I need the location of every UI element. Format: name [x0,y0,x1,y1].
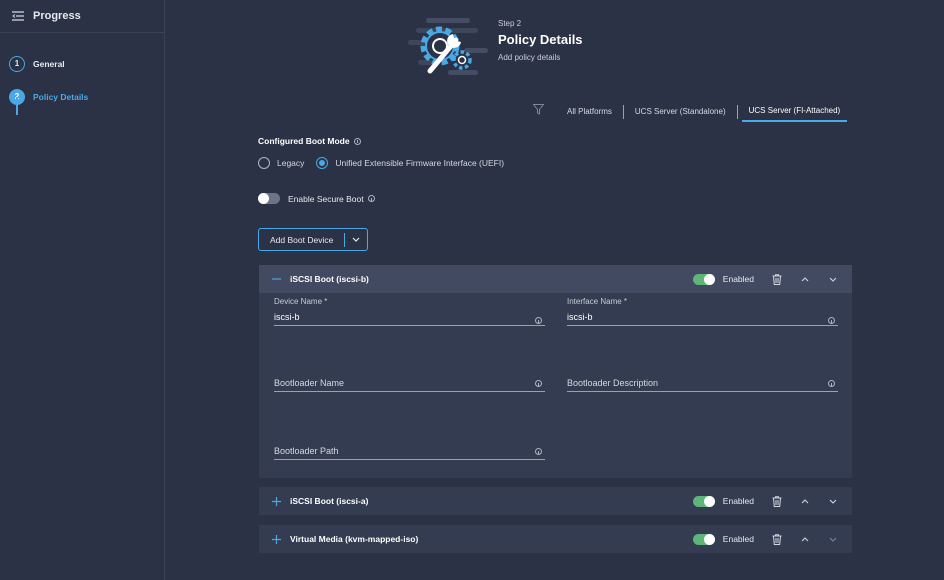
secure-boot-toggle[interactable] [258,193,280,204]
step-header: Step 2 Policy Details Add policy details [498,19,583,62]
boot-mode-heading: Configured Boot Mode [258,136,361,146]
legacy-radio-label[interactable]: Legacy [277,158,304,168]
field-underline [567,391,838,392]
device-name-value[interactable]: iscsi-b [274,312,545,322]
step-label: General [33,58,65,69]
enabled-label: Enabled [722,534,754,544]
trash-icon[interactable] [772,495,782,507]
platform-tabs: All Platforms UCS Server (Standalone) UC… [560,102,848,122]
boot-mode-label: Configured Boot Mode [258,136,350,146]
trash-icon[interactable] [772,273,782,285]
step-label: Policy Details [33,91,89,102]
chevron-down-icon[interactable] [828,274,838,285]
boot-device-title: iSCSI Boot (iscsi-b) [290,274,369,284]
field-underline [274,459,545,460]
chevron-down-icon [352,237,360,242]
boot-device-title: Virtual Media (kvm-mapped-iso) [290,534,419,544]
info-icon[interactable] [535,448,542,455]
legacy-radio[interactable] [258,157,270,169]
boot-device-actions: Enabled [692,487,842,515]
interface-name-field[interactable]: Interface Name * iscsi-b [567,297,838,326]
interface-name-label: Interface Name * [567,297,628,306]
boot-device-title: iSCSI Boot (iscsi-a) [290,496,369,506]
bootloader-name-input[interactable]: Bootloader Name [274,378,545,388]
sidebar-header: Progress [0,0,164,33]
bootloader-name-field[interactable]: Bootloader Name [274,378,545,392]
sidebar-title: Progress [33,10,81,22]
interface-name-value[interactable]: iscsi-b [567,312,838,322]
secure-boot-label: Enable Secure Boot [288,193,364,204]
field-underline [274,391,545,392]
enabled-toggle[interactable] [692,533,715,545]
boot-device-iscsi-b: iSCSI Boot (iscsi-b) Enabled Device Name… [259,265,852,478]
tab-divider [736,105,738,119]
boot-device-header[interactable]: iSCSI Boot (iscsi-b) Enabled [259,265,852,293]
chevron-down-icon[interactable] [828,534,838,545]
boot-device-fields: Device Name * iscsi-b Interface Name * i… [259,293,852,477]
boot-device-iscsi-a: iSCSI Boot (iscsi-a) Enabled [259,487,852,515]
chevron-up-icon[interactable] [800,274,810,285]
tab-ucs-standalone[interactable]: UCS Server (Standalone) [628,103,733,121]
info-icon[interactable] [367,195,375,202]
info-icon[interactable] [353,137,361,145]
secure-boot-heading: Enable Secure Boot [288,194,375,204]
step-number: 1 [9,55,25,72]
field-underline [274,325,545,326]
field-underline [567,325,838,326]
tab-divider [622,105,624,119]
boot-device-header[interactable]: Virtual Media (kvm-mapped-iso) Enabled [259,525,852,553]
enabled-label: Enabled [722,496,754,506]
bootloader-description-input[interactable]: Bootloader Description [567,378,838,388]
collapse-menu-icon[interactable] [12,11,24,21]
add-boot-device-button[interactable]: Add Boot Device [258,228,368,251]
device-name-field[interactable]: Device Name * iscsi-b [274,297,545,326]
chevron-up-icon[interactable] [800,534,810,545]
boot-mode-radio-group: Legacy Unified Extensible Firmware Inter… [258,157,516,169]
chevron-up-icon[interactable] [800,496,810,507]
step-indicator: Step 2 [498,19,522,28]
info-icon[interactable] [828,380,835,387]
enabled-toggle[interactable] [692,273,715,285]
tab-ucs-fi-attached[interactable]: UCS Server (FI-Attached) [741,102,848,122]
info-icon[interactable] [828,317,835,324]
boot-device-header[interactable]: iSCSI Boot (iscsi-a) Enabled [259,487,852,515]
boot-device-actions: Enabled [692,525,842,553]
tab-all-platforms[interactable]: All Platforms [560,103,619,121]
expand-icon[interactable] [271,496,281,506]
boot-device-kvm-mapped-iso: Virtual Media (kvm-mapped-iso) Enabled [259,525,852,553]
bootloader-description-field[interactable]: Bootloader Description [567,378,838,392]
expand-icon[interactable] [271,534,281,544]
step-general[interactable]: 1 General [0,47,164,80]
boot-device-actions: Enabled [692,265,842,293]
bootloader-path-input[interactable]: Bootloader Path [274,446,545,456]
info-icon[interactable] [535,380,542,387]
page-title: Policy Details [498,32,583,47]
progress-sidebar: Progress 1 General 2 Policy Details [0,0,165,580]
add-boot-device-dropdown[interactable] [345,237,367,242]
add-boot-device-label: Add Boot Device [270,234,334,245]
page-subtitle: Add policy details [498,53,561,62]
chevron-down-icon[interactable] [828,496,838,507]
bootloader-path-field[interactable]: Bootloader Path [274,446,545,460]
step-policy-details[interactable]: 2 Policy Details [0,80,164,113]
filter-icon[interactable] [533,104,544,115]
step-list: 1 General 2 Policy Details [0,33,164,115]
collapse-icon[interactable] [271,274,281,284]
info-icon[interactable] [535,317,542,324]
device-name-label: Device Name * [274,297,328,306]
enabled-label: Enabled [722,274,754,284]
gear-wrench-icon [408,18,488,75]
enabled-toggle[interactable] [692,495,715,507]
uefi-radio[interactable] [316,157,329,169]
uefi-radio-label[interactable]: Unified Extensible Firmware Interface (U… [335,158,504,168]
step-connector [16,97,18,115]
trash-icon[interactable] [772,533,782,545]
secure-boot-row: Enable Secure Boot [258,193,375,204]
